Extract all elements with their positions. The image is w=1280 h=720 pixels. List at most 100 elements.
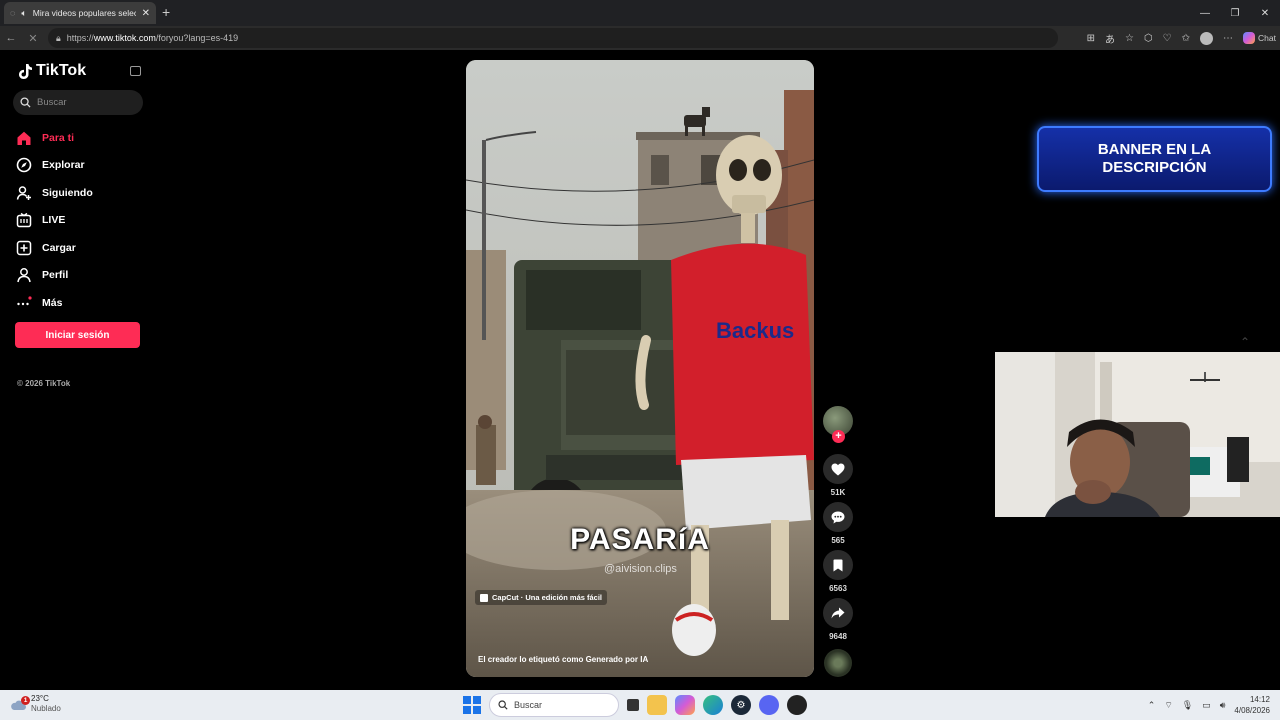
edge-browser-icon[interactable]: [703, 695, 723, 715]
extension-icon[interactable]: ⬡: [1144, 33, 1153, 44]
sidebar-item-label: LIVE: [42, 214, 66, 227]
browser-tab[interactable]: ◌ 🔈︎ Mira videos populares selecci ✕: [4, 2, 156, 24]
window-controls: — ❐ ✕: [1190, 0, 1280, 26]
share-button[interactable]: [823, 598, 853, 628]
share-arrow-icon: [831, 607, 845, 619]
windows-taskbar: 1 23°C Nublado Buscar ⚙ ⌃ ⌔ 🎙︎ ▭ 🔊︎ 14:1…: [0, 690, 1280, 720]
microphone-icon[interactable]: 🎙︎: [1182, 700, 1193, 711]
maximize-button[interactable]: ❐: [1220, 0, 1250, 26]
save-action: 6563: [822, 550, 854, 595]
favorite-star-icon[interactable]: ☆: [1125, 33, 1134, 44]
more-icon: [17, 296, 32, 305]
sidebar-item-explorar[interactable]: Explorar: [16, 152, 93, 180]
close-tab-icon[interactable]: ✕: [142, 8, 150, 19]
like-button[interactable]: [823, 454, 853, 484]
sidebar-item-label: Siguiendo: [42, 186, 93, 199]
tiktok-logo[interactable]: TikTok: [17, 62, 86, 80]
jersey-text: Backus: [716, 318, 794, 343]
capcut-anchor[interactable]: CapCut · Una edición más fácil: [475, 590, 608, 605]
copyright-text: © 2026 TikTok: [17, 379, 71, 388]
like-action: 51K: [822, 454, 854, 499]
steam-icon[interactable]: ⚙: [731, 695, 751, 715]
cloud-icon: 1: [10, 696, 30, 710]
music-disc[interactable]: [824, 649, 852, 677]
network-icon[interactable]: ⌔: [1164, 700, 1172, 711]
sidebar-item-cargar[interactable]: Cargar: [16, 234, 93, 262]
search-input[interactable]: Buscar: [13, 90, 143, 115]
logo-text: TikTok: [36, 62, 87, 79]
lock-icon: 🔒︎: [56, 32, 61, 43]
favorites-icon[interactable]: ✩: [1182, 33, 1190, 44]
sidebar-item-para-ti[interactable]: Para ti: [16, 124, 93, 152]
like-count: 51K: [830, 488, 846, 497]
scroll-up-chevron-icon[interactable]: ⌃: [1240, 335, 1250, 349]
sidebar-item-label: Explorar: [42, 159, 85, 172]
video-player[interactable]: Backus PASARíA @aivision.clips CapCut · …: [466, 60, 814, 677]
speaker-icon[interactable]: 🔈︎: [21, 8, 26, 19]
more-menu-icon[interactable]: ⋯: [1223, 33, 1233, 44]
comment-action: 565: [822, 502, 854, 547]
back-button[interactable]: ←: [0, 32, 22, 44]
share-action: 9648: [822, 598, 854, 643]
search-placeholder: Buscar: [37, 97, 67, 108]
follow-plus-icon[interactable]: +: [832, 430, 845, 443]
sidebar-item-siguiendo[interactable]: Siguiendo: [16, 179, 93, 207]
sidebar-item-label: Cargar: [42, 241, 76, 254]
tiktok-note-icon: [19, 63, 32, 79]
sidebar-item-live[interactable]: LIVE: [16, 207, 93, 235]
weather-alert-badge: 1: [21, 696, 30, 705]
webcam-frame: [995, 352, 1280, 517]
discord-icon[interactable]: [759, 695, 779, 715]
webcam-overlay: [995, 352, 1280, 517]
copilot-chat-button[interactable]: Chat: [1243, 32, 1276, 44]
tab-title: Mira videos populares selecci: [32, 8, 136, 18]
new-tab-button[interactable]: +: [162, 4, 170, 20]
translate-icon[interactable]: あ: [1105, 31, 1115, 46]
live-icon: [16, 213, 32, 228]
save-button[interactable]: [823, 550, 853, 580]
browser-tabstrip: ◌ 🔈︎ Mira videos populares selecci ✕ + —…: [0, 0, 1280, 26]
clock-date: 4/08/2026: [1234, 706, 1270, 715]
clock[interactable]: 14:12 4/08/2026: [1234, 694, 1270, 716]
taskbar-search-input[interactable]: Buscar: [489, 693, 619, 717]
capcut-label: CapCut · Una edición más fácil: [492, 593, 603, 602]
home-icon: [17, 131, 31, 145]
comment-icon: [831, 511, 845, 523]
ai-generated-label: El creador lo etiquetó como Generado por…: [478, 655, 649, 664]
browser-extensions: ⊞ あ ☆ ⬡ ♡ ✩ ⋯ Chat: [1087, 28, 1276, 48]
minimize-button[interactable]: —: [1190, 0, 1220, 26]
clock-time: 14:12: [1249, 695, 1270, 704]
recording-app-icon[interactable]: [787, 695, 807, 715]
compass-icon: [16, 157, 32, 173]
weather-condition: Nublado: [31, 704, 61, 713]
file-explorer-icon[interactable]: [647, 695, 667, 715]
weather-temperature: 23°C: [31, 694, 49, 703]
volume-icon[interactable]: 🔊︎: [1220, 700, 1226, 711]
collapse-sidebar-icon[interactable]: [130, 66, 141, 76]
search-icon: [498, 700, 508, 710]
copilot-app-icon[interactable]: [675, 695, 695, 715]
sidebar-item-mas[interactable]: Más: [16, 289, 93, 317]
close-window-button[interactable]: ✕: [1250, 0, 1280, 26]
comment-button[interactable]: [823, 502, 853, 532]
comment-count: 565: [831, 536, 845, 545]
video-watermark-handle: @aivision.clips: [604, 563, 677, 575]
save-count: 6563: [829, 584, 847, 593]
browser-essentials-icon[interactable]: ♡: [1163, 33, 1172, 44]
reload-stop-button[interactable]: ✕: [22, 32, 44, 45]
video-overlay-caption: PASARíA: [570, 523, 710, 556]
task-view-icon[interactable]: [627, 699, 639, 711]
url-field[interactable]: 🔒︎ https://www.tiktok.com/foryou?lang=es…: [48, 28, 1058, 48]
app-available-icon[interactable]: ⊞: [1087, 33, 1095, 44]
loading-icon: ◌: [10, 8, 16, 18]
heart-icon: [831, 463, 845, 475]
weather-widget[interactable]: 1 23°C Nublado: [10, 694, 61, 714]
start-windows-icon[interactable]: [463, 696, 481, 714]
creator-avatar[interactable]: +: [823, 406, 853, 443]
video-frame: Backus: [466, 60, 814, 677]
login-button[interactable]: Iniciar sesión: [15, 322, 140, 348]
profile-avatar-icon[interactable]: [1200, 31, 1214, 45]
tray-overflow-chevron-icon[interactable]: ⌃: [1148, 700, 1156, 711]
display-icon[interactable]: ▭: [1202, 700, 1211, 711]
sidebar-item-perfil[interactable]: Perfil: [16, 262, 93, 290]
